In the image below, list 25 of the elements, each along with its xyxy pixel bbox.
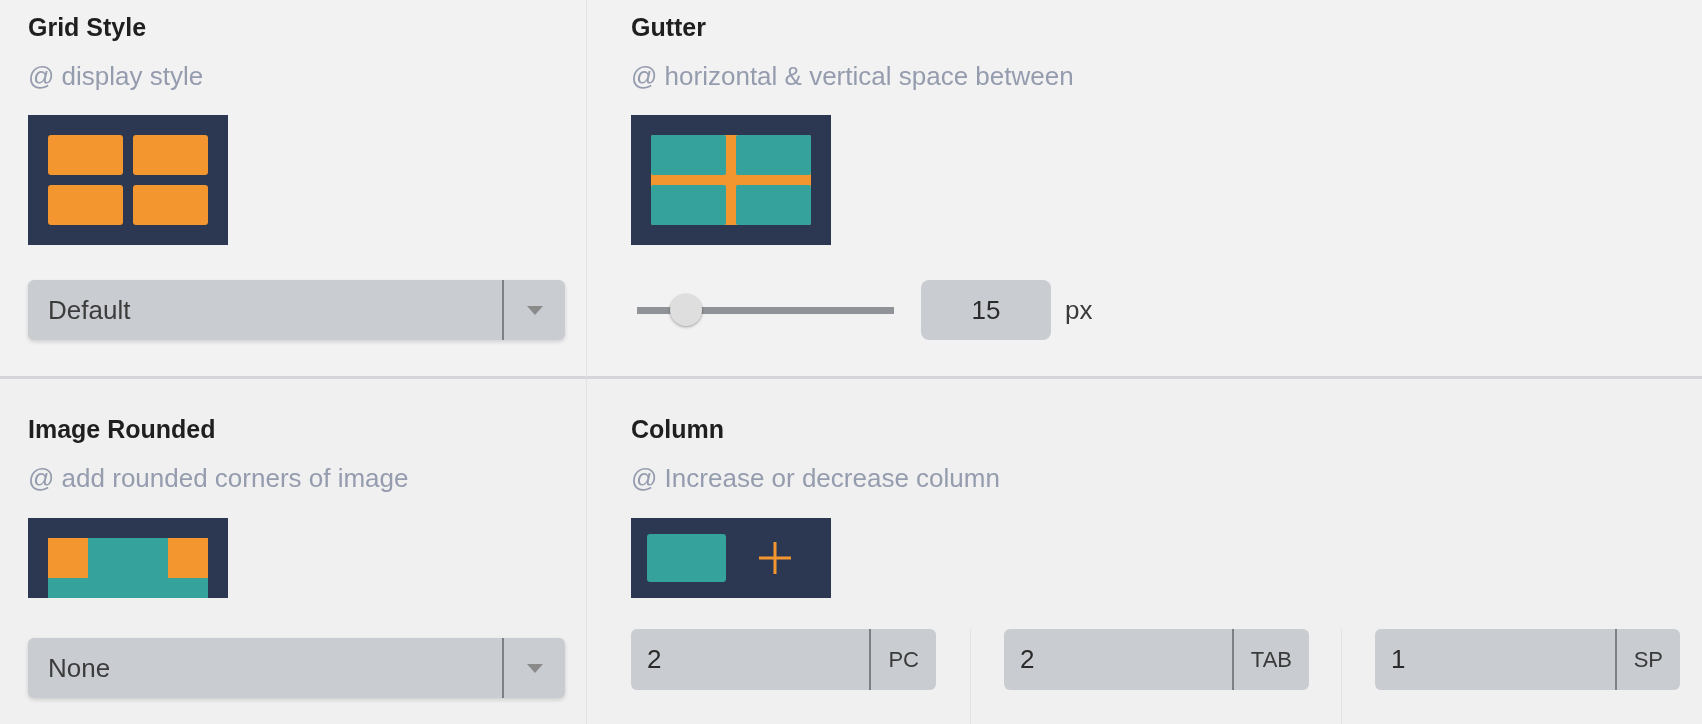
section-hint: @ display style	[28, 61, 204, 91]
section-title: Image Rounded	[28, 414, 216, 444]
section-hint: @ Increase or decrease column	[631, 463, 1000, 493]
tile-plus-icon	[631, 518, 831, 598]
column-count-input[interactable]: 1	[1375, 629, 1615, 690]
tiles-with-gutter-icon	[631, 115, 831, 245]
caret-down-icon	[526, 663, 543, 673]
select-dropdown[interactable]: Default	[28, 280, 565, 340]
slider-thumb[interactable]	[669, 294, 702, 326]
section-title: Gutter	[631, 12, 706, 42]
section-title: Column	[631, 414, 725, 444]
section-hint: @ horizontal & vertical space between	[631, 61, 1074, 91]
column-count-input[interactable]: 2	[1004, 629, 1232, 690]
select-dropdown[interactable]: None	[28, 638, 565, 698]
device-suffix-label: TAB	[1231, 629, 1309, 690]
unit-label: px	[1065, 294, 1093, 326]
section-title: Grid Style	[28, 12, 147, 42]
section-hint: @ add rounded corners of image	[28, 463, 409, 493]
device-suffix-label: PC	[869, 629, 936, 690]
four-tiles-icon	[28, 115, 228, 245]
caret-down-icon	[526, 305, 543, 315]
gutter-input[interactable]: 15	[921, 280, 1051, 340]
corner-squares-icon	[28, 518, 228, 598]
device-suffix-label: SP	[1614, 629, 1680, 690]
column-count-input[interactable]: 2	[631, 629, 870, 690]
